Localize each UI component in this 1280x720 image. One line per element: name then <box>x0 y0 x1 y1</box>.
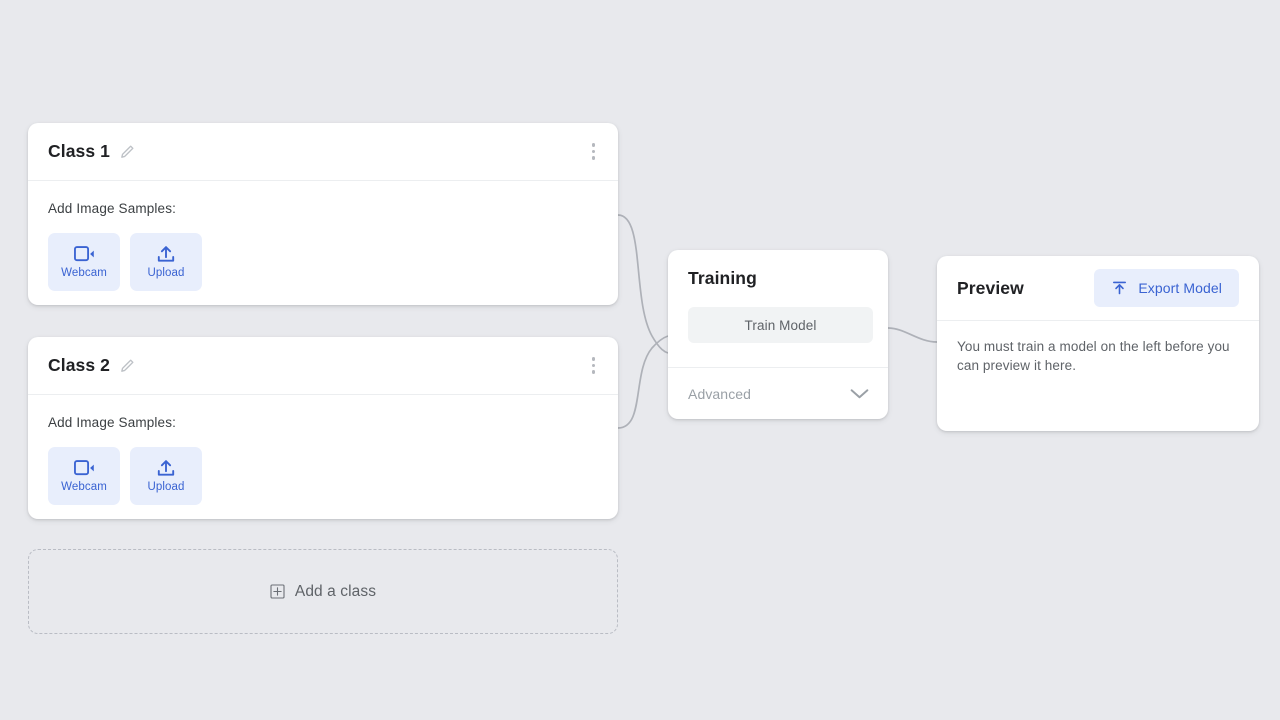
connector-class2-to-training <box>618 336 668 428</box>
upload-button-label: Upload <box>147 267 184 279</box>
pencil-icon[interactable] <box>119 143 136 160</box>
connector-training-to-preview <box>888 328 937 342</box>
export-model-label: Export Model <box>1138 280 1222 296</box>
preview-panel: Preview Export Model You must train a mo… <box>937 256 1259 431</box>
class-card-header: Class 1 <box>28 123 618 181</box>
class-card-body: Add Image Samples: Webcam <box>28 181 618 291</box>
class-card: Class 1 Add Image Samples: <box>28 123 618 305</box>
upload-icon <box>156 245 176 263</box>
add-a-class-label: Add a class <box>295 583 376 601</box>
add-image-samples-label: Add Image Samples: <box>48 415 598 430</box>
train-model-button[interactable]: Train Model <box>688 307 873 343</box>
upload-button[interactable]: Upload <box>130 447 202 505</box>
preview-panel-header: Preview Export Model <box>937 256 1259 321</box>
class-card: Class 2 Add Image Samples: <box>28 337 618 519</box>
chevron-down-icon <box>849 387 870 400</box>
more-vertical-icon[interactable] <box>587 351 601 380</box>
webcam-icon <box>74 245 95 263</box>
webcam-button-label: Webcam <box>61 267 107 279</box>
upload-icon <box>156 459 176 477</box>
class-title: Class 2 <box>48 355 110 376</box>
plus-square-icon <box>270 584 285 599</box>
preview-title: Preview <box>957 278 1024 299</box>
app-canvas: Class 1 Add Image Samples: <box>0 0 1280 720</box>
training-panel-header: Training Train Model <box>668 250 888 343</box>
upload-button[interactable]: Upload <box>130 233 202 291</box>
upload-button-label: Upload <box>147 481 184 493</box>
training-panel: Training Train Model Advanced <box>668 250 888 419</box>
sample-source-buttons: Webcam Upload <box>48 447 598 505</box>
class-card-body: Add Image Samples: Webcam <box>28 395 618 505</box>
export-upload-icon <box>1111 280 1128 296</box>
advanced-label: Advanced <box>688 386 751 402</box>
class-card-header: Class 2 <box>28 337 618 395</box>
webcam-button[interactable]: Webcam <box>48 447 120 505</box>
add-image-samples-label: Add Image Samples: <box>48 201 598 216</box>
pencil-icon[interactable] <box>119 357 136 374</box>
class-title: Class 1 <box>48 141 110 162</box>
connector-class1-to-training <box>618 215 668 353</box>
webcam-button[interactable]: Webcam <box>48 233 120 291</box>
add-a-class-button[interactable]: Add a class <box>28 549 618 634</box>
training-title: Training <box>688 268 868 289</box>
export-model-button[interactable]: Export Model <box>1094 269 1239 307</box>
webcam-icon <box>74 459 95 477</box>
advanced-accordion[interactable]: Advanced <box>668 367 888 419</box>
sample-source-buttons: Webcam Upload <box>48 233 598 291</box>
webcam-button-label: Webcam <box>61 481 107 493</box>
preview-panel-body: You must train a model on the left befor… <box>937 321 1259 375</box>
more-vertical-icon[interactable] <box>587 137 601 166</box>
preview-message: You must train a model on the left befor… <box>957 338 1239 375</box>
